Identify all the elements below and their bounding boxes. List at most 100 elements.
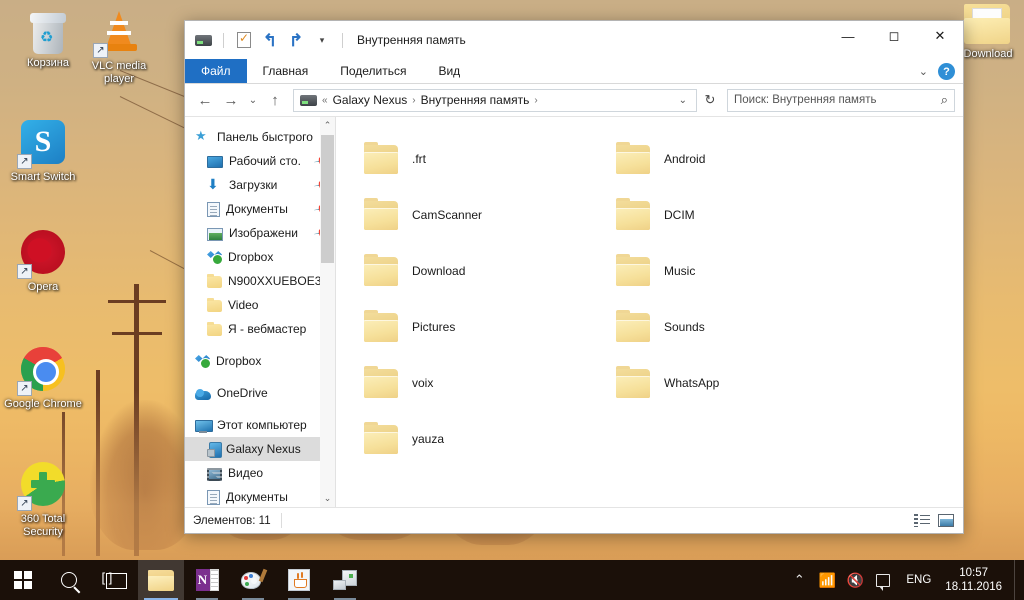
sidebar-item-label: OneDrive <box>217 386 268 400</box>
sidebar-item-quick-access[interactable]: Панель быстрого <box>185 125 335 149</box>
sidebar-item-pictures[interactable]: Изображени 📌 <box>185 221 335 245</box>
scrollbar-thumb[interactable] <box>321 135 334 263</box>
back-button[interactable]: ← <box>193 88 217 112</box>
quick-access-star-icon <box>195 129 211 145</box>
file-item[interactable]: yauza <box>358 411 610 467</box>
tab-view[interactable]: Вид <box>422 59 476 83</box>
sidebar-item-downloads[interactable]: ⬇ Загрузки 📌 <box>185 173 335 197</box>
tab-home[interactable]: Главная <box>247 59 325 83</box>
undo-icon[interactable]: ↰ <box>260 30 280 50</box>
show-hidden-icons-button[interactable]: ⌃ <box>786 560 812 600</box>
file-name: Sounds <box>664 320 705 334</box>
desktop-icon <box>207 156 223 168</box>
onedrive-icon <box>195 389 211 400</box>
ribbon-tab-bar: Файл Главная Поделиться Вид ⌄ ? <box>185 59 963 84</box>
maximize-button[interactable]: ◻ <box>871 21 917 51</box>
desktop-icon-chrome[interactable]: ↗ Google Chrome <box>0 345 86 411</box>
breadcrumb-item-current[interactable]: Внутренняя память <box>421 93 530 107</box>
chevron-down-icon[interactable]: ⌄ <box>919 65 928 78</box>
navigation-pane-scrollbar[interactable]: ⌃ ⌄ <box>320 117 335 507</box>
show-desktop-button[interactable] <box>1014 560 1020 600</box>
file-item[interactable]: Music <box>610 243 862 299</box>
sidebar-item-desktop[interactable]: Рабочий сто. 📌 <box>185 149 335 173</box>
network-icon[interactable]: 📶 <box>814 560 840 600</box>
sidebar-item-label: Я - вебмастер <box>228 322 306 336</box>
documents-icon <box>207 490 220 505</box>
sidebar-item-this-pc[interactable]: Этот компьютер <box>185 413 335 437</box>
sidebar-item-dropbox[interactable]: Dropbox <box>185 349 335 373</box>
address-dropdown-icon[interactable]: ⌄ <box>674 95 692 106</box>
status-bar: Элементов: 11 <box>185 507 963 533</box>
clock[interactable]: 10:57 18.11.2016 <box>941 566 1012 594</box>
tab-file[interactable]: Файл <box>185 59 247 83</box>
customize-qat-icon[interactable]: ▾ <box>312 30 332 50</box>
taskbar-search-button[interactable] <box>46 560 92 600</box>
sidebar-item-documents[interactable]: Документы 📌 <box>185 197 335 221</box>
action-center-icon[interactable] <box>870 560 896 600</box>
title-bar[interactable]: ↰ ↱ ▾ Внутренняя память — ◻ ✕ <box>185 21 963 59</box>
taskbar-app-file-explorer[interactable] <box>138 560 184 600</box>
folder-icon <box>364 425 398 454</box>
file-item[interactable]: Download <box>358 243 610 299</box>
file-item[interactable]: Android <box>610 131 862 187</box>
desktop-icon-vlc[interactable]: ↗ VLC media player <box>76 8 162 86</box>
breadcrumb-item-device[interactable]: Galaxy Nexus <box>333 93 408 107</box>
start-button[interactable] <box>0 560 46 600</box>
file-item[interactable]: Pictures <box>358 299 610 355</box>
device-icon <box>333 570 357 590</box>
sidebar-item-galaxy-nexus[interactable]: Galaxy Nexus <box>185 437 335 461</box>
help-icon[interactable]: ? <box>938 63 955 80</box>
search-input[interactable] <box>734 94 941 106</box>
up-button[interactable]: ↑ <box>263 88 287 112</box>
drive-properties-icon[interactable] <box>193 30 213 50</box>
file-item[interactable]: .frt <box>358 131 610 187</box>
task-view-button[interactable] <box>92 560 138 600</box>
sidebar-item-label: Документы <box>226 490 288 504</box>
sidebar-item-dropbox-qa[interactable]: Dropbox <box>185 245 335 269</box>
file-name: WhatsApp <box>664 376 719 390</box>
address-bar[interactable]: « Galaxy Nexus › Внутренняя память › ⌄ <box>293 89 697 112</box>
details-view-button[interactable] <box>913 513 931 529</box>
large-icons-view-button[interactable] <box>937 513 955 529</box>
scroll-up-icon[interactable]: ⌃ <box>320 117 335 134</box>
java-icon <box>288 569 310 591</box>
sidebar-item-label: Этот компьютер <box>217 418 307 432</box>
file-item[interactable]: voix <box>358 355 610 411</box>
sidebar-item-onedrive[interactable]: OneDrive <box>185 381 335 405</box>
shortcut-overlay-icon: ↗ <box>17 264 32 279</box>
taskbar-app-onenote[interactable]: N <box>184 560 230 600</box>
minimize-button[interactable]: — <box>825 21 871 51</box>
taskbar-app-device[interactable] <box>322 560 368 600</box>
folder-icon <box>616 145 650 174</box>
ribbon-right-controls: ⌄ ? <box>919 59 955 84</box>
desktop-icon-opera[interactable]: ↗ Opera <box>0 228 86 294</box>
sidebar-item-webmaster[interactable]: Я - вебмастер <box>185 317 335 341</box>
file-item[interactable]: Sounds <box>610 299 862 355</box>
file-item[interactable]: DCIM <box>610 187 862 243</box>
desktop-icon-smart-switch[interactable]: S ↗ Smart Switch <box>0 118 86 184</box>
file-item[interactable]: WhatsApp <box>610 355 862 411</box>
sidebar-item-label: Galaxy Nexus <box>226 442 301 456</box>
volume-muted-icon[interactable]: 🔇 <box>842 560 868 600</box>
forward-button[interactable]: → <box>219 88 243 112</box>
properties-icon[interactable] <box>234 30 254 50</box>
sidebar-item-video[interactable]: Видео <box>185 461 335 485</box>
documents-icon <box>207 202 220 217</box>
sidebar-item-documents-pc[interactable]: Документы <box>185 485 335 507</box>
language-indicator[interactable]: ENG <box>898 574 939 586</box>
file-item[interactable]: CamScanner <box>358 187 610 243</box>
close-button[interactable]: ✕ <box>917 21 963 51</box>
desktop-icon-360-security[interactable]: ↗ 360 Total Security <box>0 460 86 539</box>
taskbar-app-java[interactable] <box>276 560 322 600</box>
file-list-view[interactable]: .frt CamScanner Download Pictures voix <box>336 117 963 507</box>
sidebar-item-video-folder[interactable]: Video <box>185 293 335 317</box>
taskbar-app-paint[interactable] <box>230 560 276 600</box>
navigation-bar: ← → ⌄ ↑ « Galaxy Nexus › Внутренняя памя… <box>185 84 963 116</box>
refresh-button[interactable]: ↻ <box>699 89 721 112</box>
recent-locations-button[interactable]: ⌄ <box>245 88 261 112</box>
redo-icon[interactable]: ↱ <box>286 30 306 50</box>
scroll-down-icon[interactable]: ⌄ <box>320 490 335 507</box>
search-box[interactable]: ⌕ <box>727 89 955 112</box>
tab-share[interactable]: Поделиться <box>324 59 422 83</box>
sidebar-item-n900[interactable]: N900XXUEBOE3_ <box>185 269 335 293</box>
